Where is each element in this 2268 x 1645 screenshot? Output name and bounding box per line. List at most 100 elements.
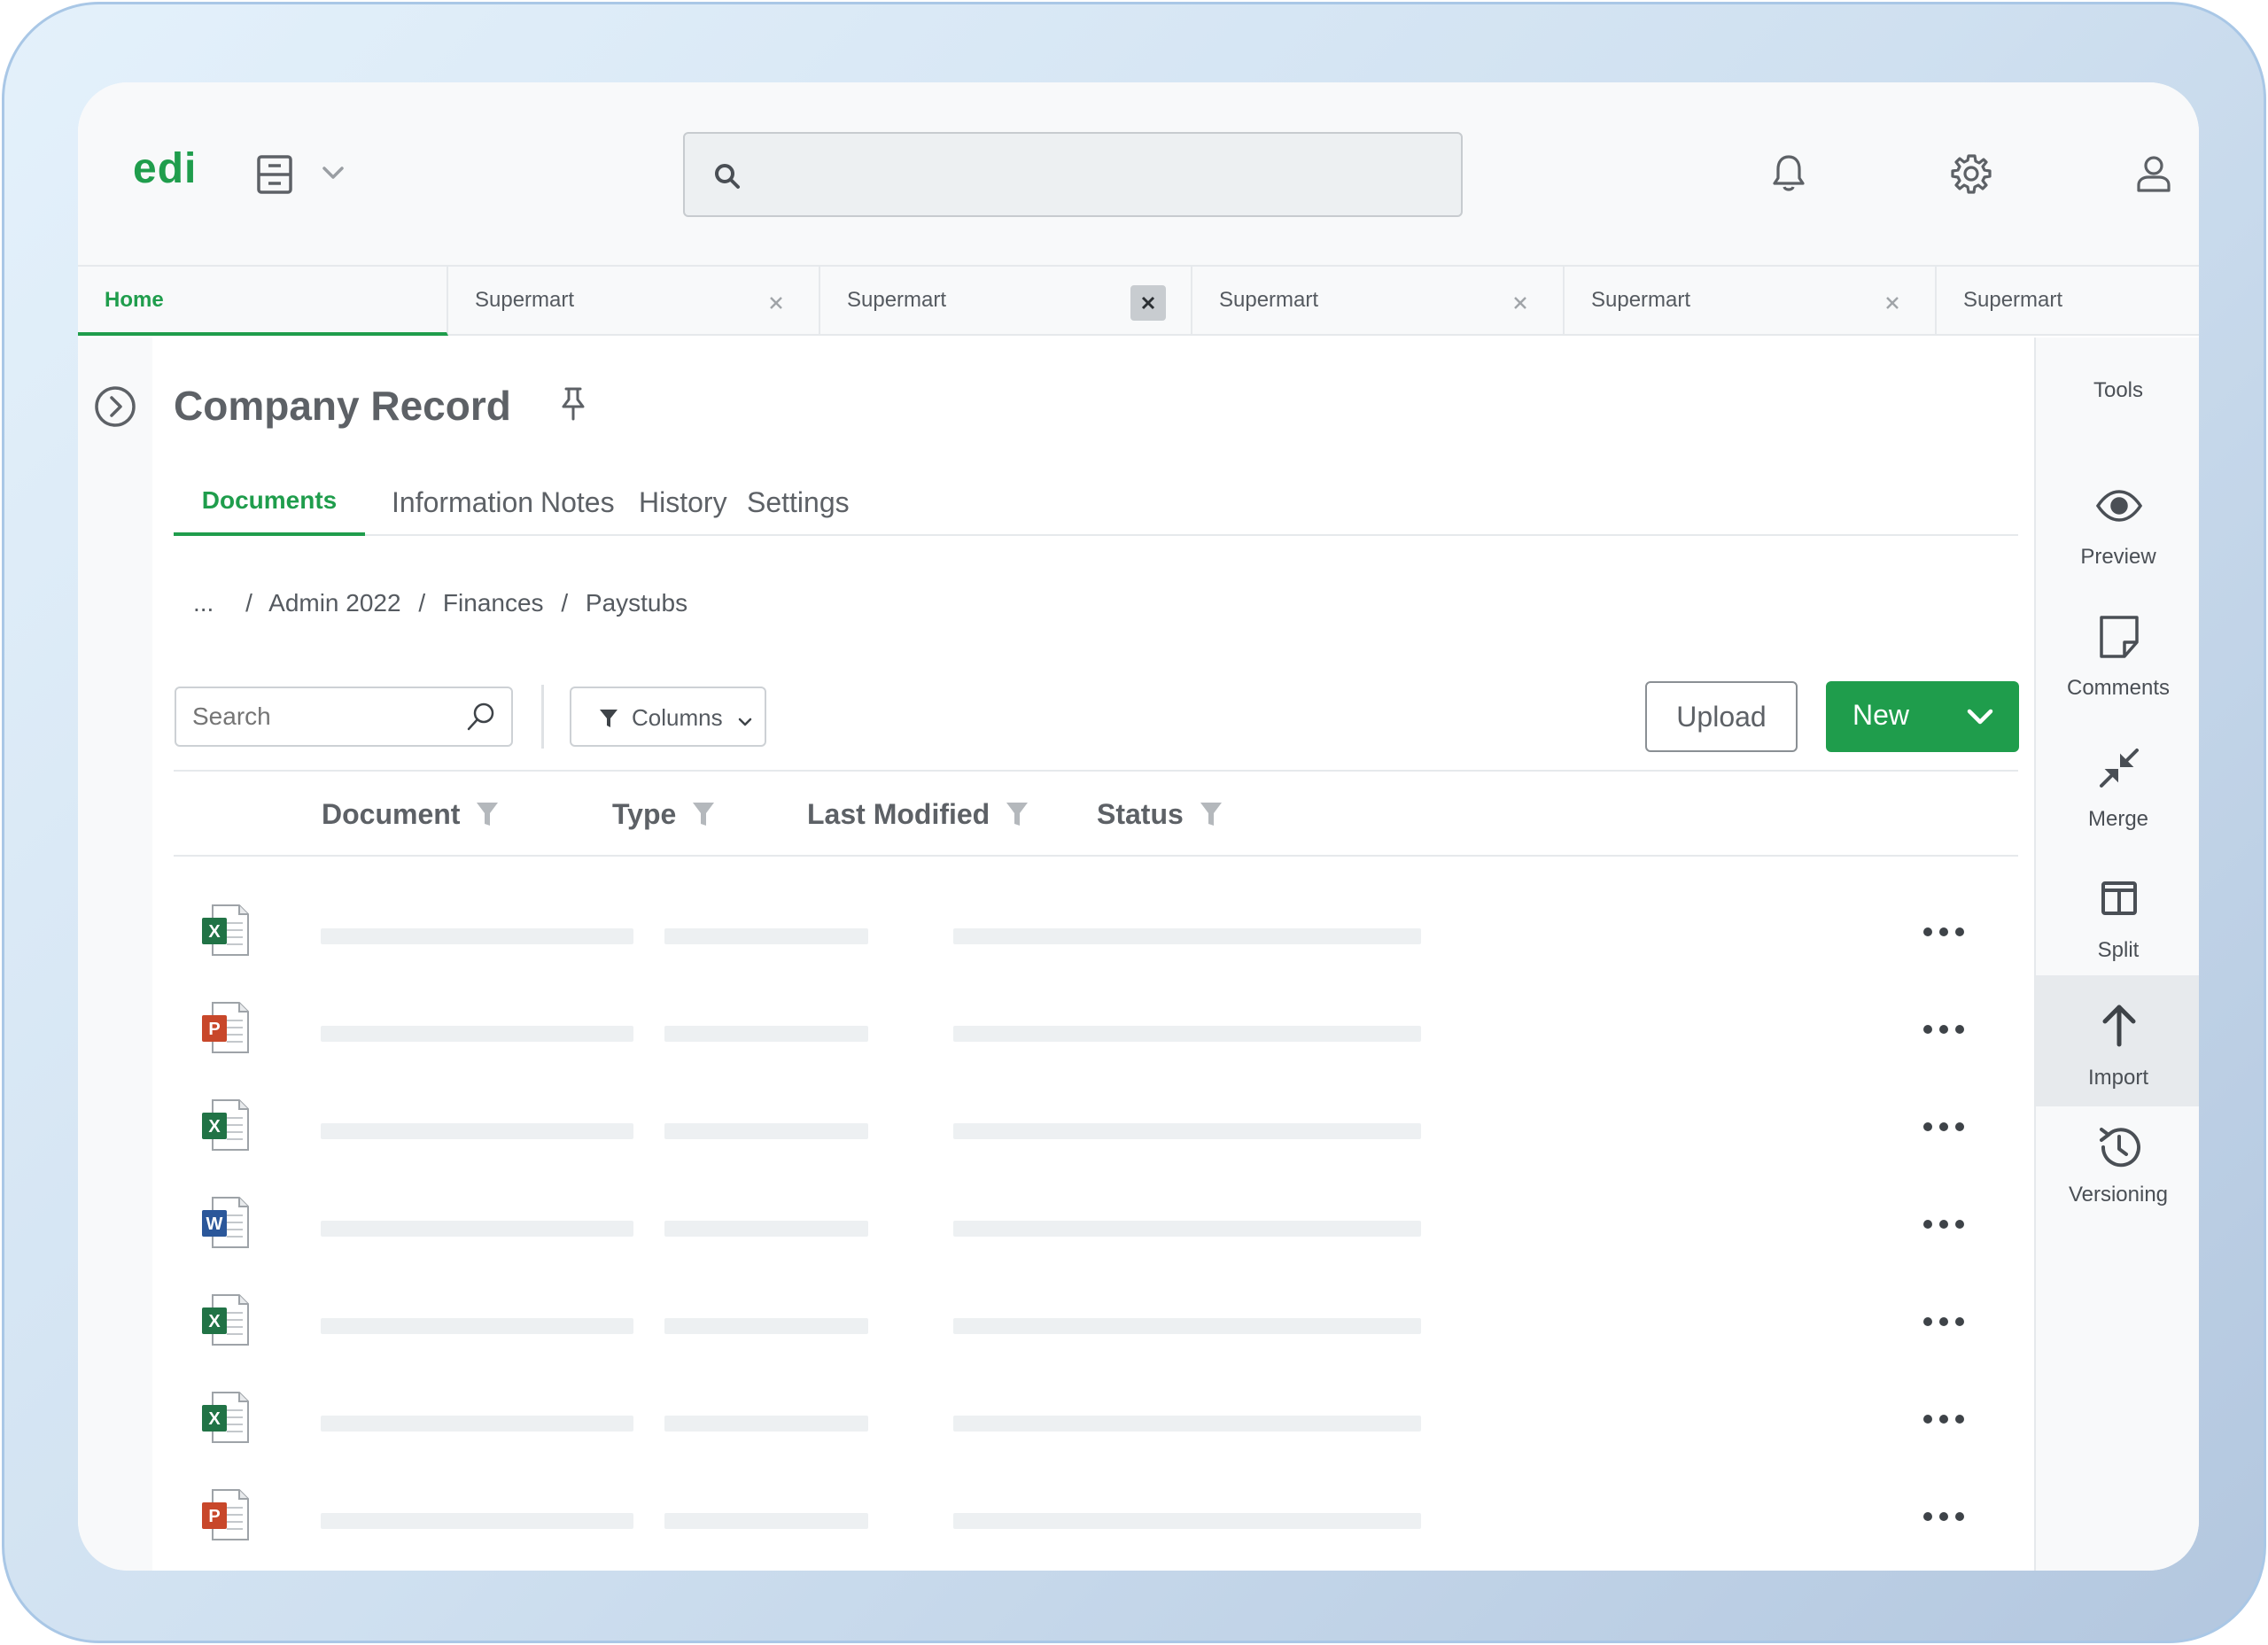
filter-icon [598, 708, 619, 729]
more-options-icon[interactable] [1921, 1509, 1967, 1524]
archive-icon[interactable] [253, 153, 296, 196]
breadcrumb-separator: / [561, 589, 569, 617]
breadcrumb-item[interactable]: Admin 2022 [268, 589, 400, 617]
expand-sidebar-icon[interactable] [92, 384, 138, 430]
skeleton-placeholder [1217, 928, 1421, 944]
skeleton-placeholder [524, 928, 633, 944]
skeleton-placeholder [524, 1318, 633, 1334]
column-header-last-modified[interactable]: Last Modified [807, 798, 1029, 831]
more-options-icon[interactable] [1921, 1217, 1967, 1231]
close-icon[interactable] [758, 285, 794, 321]
table-row[interactable]: P [174, 1488, 2018, 1571]
user-icon[interactable] [2132, 151, 2176, 196]
svg-text:P: P [208, 1020, 220, 1039]
tab-documents[interactable]: Documents [174, 483, 365, 536]
word-file-icon: W [200, 1196, 250, 1249]
table-row[interactable]: X [174, 1098, 2018, 1196]
tool-merge[interactable]: Merge [2036, 726, 2199, 857]
close-icon[interactable] [1130, 285, 1166, 321]
skeleton-placeholder [524, 1123, 633, 1139]
table-row[interactable]: X [174, 1391, 2018, 1488]
skeleton-placeholder [321, 1416, 526, 1432]
skeleton-placeholder [664, 928, 868, 944]
tab-supermart-4[interactable]: Supermart [1565, 267, 1937, 336]
tab-supermart-3[interactable]: Supermart [1192, 267, 1565, 336]
skeleton-placeholder [321, 1318, 526, 1334]
chevron-down-icon[interactable] [1966, 704, 1994, 729]
excel-file-icon: X [200, 1098, 250, 1152]
global-search[interactable] [683, 132, 1463, 217]
tab-label: Home [105, 288, 164, 312]
more-options-icon[interactable] [1921, 1120, 1967, 1134]
column-header-type[interactable]: Type [612, 798, 715, 831]
table-row[interactable]: W [174, 1196, 2018, 1293]
gear-icon[interactable] [1949, 151, 1993, 196]
tool-preview[interactable]: Preview [2036, 463, 2199, 594]
tab-label: History [639, 486, 727, 518]
divider [174, 770, 2018, 772]
excel-file-icon: X [200, 1391, 250, 1444]
close-icon[interactable] [1875, 285, 1910, 321]
merge-icon [2094, 743, 2144, 793]
app-logo[interactable]: edi [133, 144, 197, 193]
left-rail [78, 338, 152, 1571]
more-options-icon[interactable] [1921, 1315, 1967, 1329]
skeleton-placeholder [664, 1221, 868, 1237]
column-label: Type [612, 798, 677, 830]
column-label: Status [1097, 798, 1184, 830]
skeleton-placeholder [1217, 1221, 1421, 1237]
tab-home[interactable]: Home [78, 267, 448, 336]
svg-text:X: X [208, 1312, 221, 1331]
pin-icon[interactable] [555, 385, 592, 423]
note-icon [2094, 612, 2144, 662]
tab-settings[interactable]: Settings [747, 483, 850, 536]
tool-import[interactable]: Import [2036, 975, 2199, 1106]
svg-text:W: W [206, 1214, 223, 1234]
breadcrumb-ellipsis[interactable]: ... [193, 589, 214, 617]
tab-label: Supermart [1219, 288, 1319, 312]
more-options-icon[interactable] [1921, 925, 1967, 939]
powerpoint-file-icon: P [200, 1001, 250, 1054]
device-frame: edi Home Supermart Supermart Supermart S… [2, 2, 2266, 1643]
skeleton-placeholder [1217, 1026, 1421, 1042]
tool-versioning[interactable]: Versioning [2036, 1106, 2199, 1238]
table-row[interactable]: X [174, 1293, 2018, 1391]
breadcrumb-item-current[interactable]: Paystubs [586, 589, 687, 617]
columns-button[interactable]: Columns [570, 687, 766, 747]
column-header-document[interactable]: Document [322, 798, 499, 831]
table-row[interactable]: P [174, 1001, 2018, 1098]
tab-information[interactable]: Information [392, 483, 533, 536]
tab-supermart-2[interactable]: Supermart [820, 267, 1192, 336]
more-options-icon[interactable] [1921, 1022, 1967, 1036]
tool-label: Merge [2087, 807, 2149, 831]
global-search-input[interactable] [756, 134, 1447, 215]
top-bar: edi [78, 82, 2199, 267]
table-row[interactable]: X [174, 904, 2018, 1001]
tools-panel: Tools Preview Comments Merge Split Impor… [2034, 338, 2199, 1571]
document-search[interactable] [175, 687, 513, 747]
bell-icon[interactable] [1767, 151, 1811, 196]
new-button[interactable]: New [1826, 681, 2019, 752]
tool-split[interactable]: Split [2036, 857, 2199, 988]
document-search-input[interactable] [192, 688, 458, 745]
tab-history[interactable]: History [639, 483, 727, 536]
tool-comments[interactable]: Comments [2036, 594, 2199, 726]
chevron-down-icon[interactable] [317, 157, 349, 189]
chevron-down-icon [736, 710, 754, 727]
skeleton-placeholder [524, 1026, 633, 1042]
powerpoint-file-icon: P [200, 1488, 250, 1541]
column-header-status[interactable]: Status [1097, 798, 1223, 831]
tab-supermart-5[interactable]: Supermart [1937, 267, 2199, 336]
tab-notes[interactable]: Notes [540, 483, 615, 536]
tab-supermart-1[interactable]: Supermart [448, 267, 820, 336]
divider [174, 855, 2018, 857]
close-icon[interactable] [1503, 285, 1538, 321]
column-label: Document [322, 798, 461, 830]
breadcrumb-item[interactable]: Finances [443, 589, 544, 617]
more-options-icon[interactable] [1921, 1412, 1967, 1426]
upload-button[interactable]: Upload [1645, 681, 1798, 752]
skeleton-placeholder [1217, 1123, 1421, 1139]
skeleton-placeholder [664, 1026, 868, 1042]
skeleton-placeholder [1217, 1318, 1421, 1334]
search-icon [465, 701, 497, 733]
